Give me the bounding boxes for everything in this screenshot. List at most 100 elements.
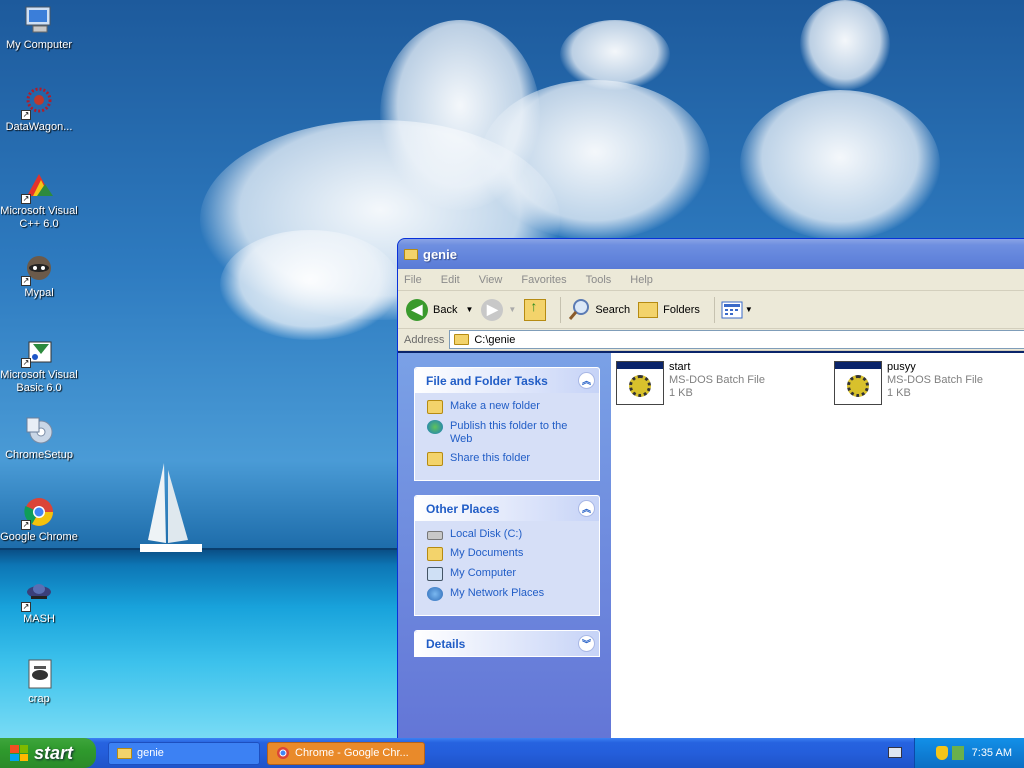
taskbar-item-chrome[interactable]: Chrome - Google Chr...	[267, 741, 425, 765]
security-shield-icon[interactable]	[935, 746, 948, 760]
window-title: genie	[423, 246, 457, 262]
desktop-icon-my-computer[interactable]: My Computer	[0, 4, 78, 52]
file-folder-tasks-panel: File and Folder Tasks ︽ Make a new folde…	[414, 367, 600, 481]
chrome-setup-icon	[23, 414, 55, 446]
address-bar: Address C:\genie	[398, 329, 1024, 351]
desktop-icon-visual-basic[interactable]: ↗ Microsoft Visual Basic 6.0	[0, 334, 78, 395]
desktop-icon-google-chrome[interactable]: ↗ Google Chrome	[0, 496, 78, 544]
collapse-chevron-icon[interactable]: ︽	[578, 500, 595, 517]
title-bar[interactable]: genie	[398, 239, 1024, 269]
new-folder-icon	[427, 400, 443, 414]
details-panel: Details ︾	[414, 630, 600, 657]
file-type: MS-DOS Batch File	[887, 374, 983, 386]
shortcut-arrow-icon: ↗	[21, 276, 31, 286]
disk-icon	[427, 531, 443, 540]
file-name: start	[669, 361, 691, 373]
my-computer-icon	[23, 4, 55, 36]
desktop-icon-crap[interactable]: crap	[0, 658, 78, 706]
file-size: 1 KB	[887, 387, 911, 399]
windows-logo-icon	[10, 745, 28, 761]
menu-edit[interactable]: Edit	[441, 274, 460, 286]
back-arrow-icon: ◀	[406, 298, 428, 321]
desktop-icon-mash[interactable]: ↗ MASH	[0, 578, 78, 626]
batch-file-icon	[616, 361, 664, 405]
computer-icon	[427, 567, 443, 581]
dropdown-arrow-icon: ▼	[508, 305, 517, 314]
keyboard-icon[interactable]	[888, 747, 902, 758]
shortcut-arrow-icon: ↗	[21, 194, 31, 204]
other-places-panel: Other Places ︽ Local Disk (C:) My Docume…	[414, 495, 600, 616]
file-item-pusyy[interactable]: pusyy MS-DOS Batch File 1 KB	[834, 361, 983, 405]
batch-file-icon	[834, 361, 882, 405]
system-tray: 7:35 AM	[914, 738, 1024, 768]
address-label: Address	[404, 333, 445, 346]
folder-icon	[404, 248, 418, 260]
visual-cpp-icon: ↗	[21, 170, 55, 204]
place-local-disk[interactable]: Local Disk (C:)	[427, 528, 589, 541]
clock[interactable]: 7:35 AM	[972, 747, 1012, 759]
forward-arrow-icon: ▶	[481, 298, 504, 321]
desktop-icon-chromesetup[interactable]: ChromeSetup	[0, 414, 78, 462]
desktop-icon-visual-cpp[interactable]: ↗ Microsoft Visual C++ 6.0	[0, 170, 78, 231]
menu-tools[interactable]: Tools	[586, 274, 612, 286]
dropdown-arrow-icon: ▼	[744, 305, 753, 314]
task-make-new-folder[interactable]: Make a new folder	[427, 400, 589, 414]
shortcut-arrow-icon: ↗	[21, 602, 31, 612]
file-item-start[interactable]: start MS-DOS Batch File 1 KB	[616, 361, 765, 405]
place-network-places[interactable]: My Network Places	[427, 587, 589, 601]
toolbar: ◀ Back ▼ ▶ ▼ ↑ Search Folders ▼	[398, 291, 1024, 329]
forward-button[interactable]: ▶ ▼	[481, 298, 517, 321]
menu-bar: File Edit View Favorites Tools Help	[398, 269, 1024, 291]
dropdown-arrow-icon[interactable]: ▼	[465, 305, 473, 314]
globe-icon	[427, 420, 443, 434]
task-share-folder[interactable]: Share this folder	[427, 452, 589, 466]
back-button[interactable]: ◀ Back ▼	[406, 298, 473, 321]
address-value: C:\genie	[474, 333, 516, 346]
address-input[interactable]: C:\genie	[449, 330, 1024, 349]
toolbar-separator	[713, 296, 715, 323]
chrome-icon: ↗	[21, 496, 55, 530]
shortcut-arrow-icon: ↗	[21, 110, 31, 120]
file-list: start MS-DOS Batch File 1 KB pusyy MS-DO…	[611, 353, 1024, 747]
place-my-computer[interactable]: My Computer	[427, 567, 589, 581]
panel-header[interactable]: File and Folder Tasks ︽	[415, 368, 599, 393]
folders-icon	[638, 301, 659, 318]
network-icon	[427, 587, 443, 601]
task-publish-folder[interactable]: Publish this folder to the Web	[427, 420, 589, 446]
task-pane: File and Folder Tasks ︽ Make a new folde…	[398, 353, 611, 747]
place-my-documents[interactable]: My Documents	[427, 547, 589, 561]
expand-chevron-icon[interactable]: ︾	[578, 635, 595, 652]
folder-icon	[454, 334, 470, 345]
folder-icon	[117, 747, 132, 759]
collapse-chevron-icon[interactable]: ︽	[578, 372, 595, 389]
views-button[interactable]: ▼	[721, 301, 753, 319]
folders-button[interactable]: Folders	[638, 301, 700, 318]
panel-header[interactable]: Details ︾	[415, 631, 599, 656]
shortcut-arrow-icon: ↗	[21, 520, 31, 530]
file-name: pusyy	[887, 361, 916, 373]
shortcut-arrow-icon: ↗	[21, 358, 31, 368]
taskbar: start genie Chrome - Google Chr... 7:35 …	[0, 738, 1024, 768]
up-button[interactable]: ↑	[524, 298, 547, 321]
start-button[interactable]: start	[0, 738, 96, 768]
explorer-window[interactable]: genie File Edit View Favorites Tools Hel…	[397, 238, 1024, 748]
search-button[interactable]: Search	[567, 298, 630, 322]
share-folder-icon	[427, 452, 443, 466]
mash-icon: ↗	[21, 578, 55, 612]
menu-favorites[interactable]: Favorites	[521, 274, 566, 286]
chrome-icon	[277, 747, 289, 759]
datawagon-icon: ↗	[21, 86, 55, 120]
desktop-icon-datawagon[interactable]: ↗ DataWagon...	[0, 86, 78, 134]
file-size: 1 KB	[669, 387, 693, 399]
taskbar-item-genie[interactable]: genie	[108, 741, 260, 765]
menu-file[interactable]: File	[404, 274, 422, 286]
documents-folder-icon	[427, 547, 443, 561]
network-tray-icon[interactable]	[951, 746, 964, 760]
sailboat	[140, 463, 202, 552]
desktop-icon-mypal[interactable]: ↗ Mypal	[0, 252, 78, 300]
panel-header[interactable]: Other Places ︽	[415, 496, 599, 521]
visual-basic-icon: ↗	[21, 334, 55, 368]
menu-help[interactable]: Help	[630, 274, 653, 286]
notepad-file-icon	[23, 658, 55, 690]
menu-view[interactable]: View	[479, 274, 503, 286]
